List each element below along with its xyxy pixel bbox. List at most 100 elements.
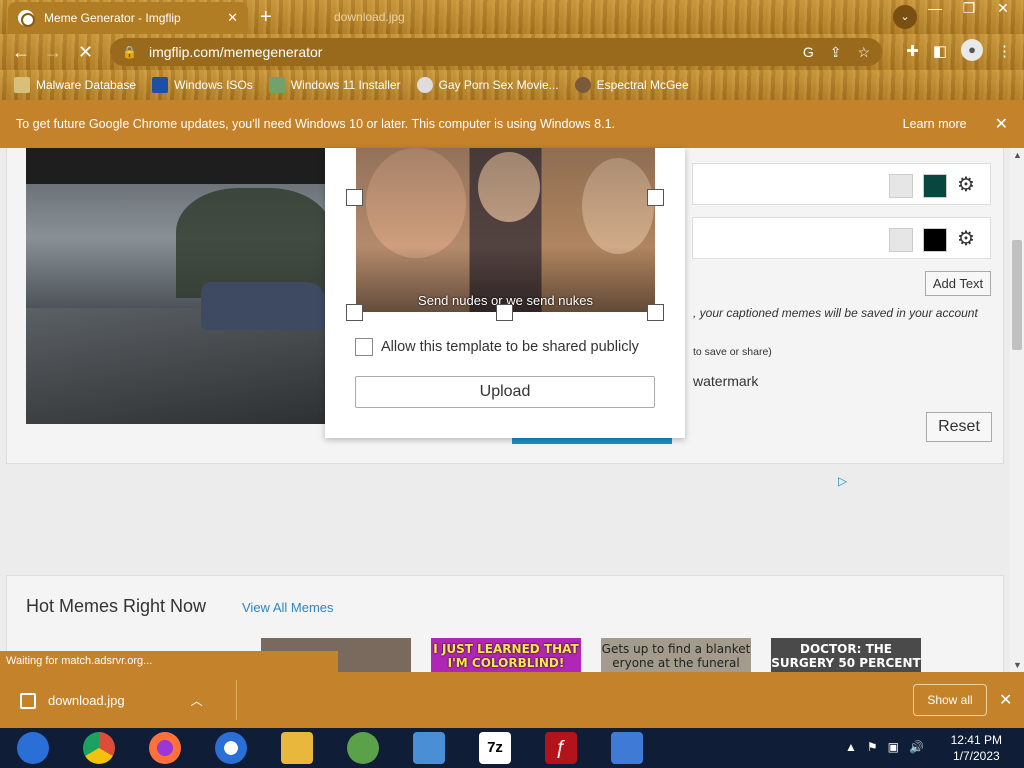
- new-tab-button[interactable]: +: [260, 6, 272, 29]
- bookmark-espectral-mcgee[interactable]: Espectral McGee: [574, 77, 689, 93]
- video-ad[interactable]: [26, 148, 332, 424]
- share-icon[interactable]: ⇪: [830, 44, 842, 61]
- tab-title: Meme Generator - Imgflip: [44, 11, 181, 25]
- text-box-2[interactable]: ⚙: [692, 217, 991, 259]
- meme-thumb-3[interactable]: Gets up to find a blanket eryone at the …: [601, 638, 751, 672]
- bookmark-4[interactable]: Gay Porn Sex Movie...: [416, 77, 559, 93]
- file-explorer-icon: [281, 732, 313, 764]
- crop-handle-top-right[interactable]: [647, 189, 664, 206]
- bookmark-label: Windows ISOs: [174, 78, 253, 92]
- taskbar-network-users[interactable]: [330, 728, 396, 768]
- taskbar-opera[interactable]: [198, 728, 264, 768]
- flag-icon[interactable]: ⚑: [867, 740, 878, 754]
- outline-color-swatch[interactable]: [889, 228, 913, 252]
- download-divider: [236, 680, 237, 720]
- hot-memes-title: Hot Memes Right Now: [26, 596, 207, 616]
- scroll-thumb[interactable]: [1012, 240, 1022, 350]
- lock-icon[interactable]: 🔒: [122, 45, 137, 59]
- text-color-swatch[interactable]: [923, 228, 947, 252]
- restore-icon[interactable]: ❐: [956, 0, 982, 17]
- bookmark-malware-database[interactable]: Malware Database: [14, 77, 136, 93]
- adchoices-icon[interactable]: ▷: [838, 474, 847, 488]
- dragged-file-label: download.jpg: [334, 10, 405, 24]
- flash-icon: ƒ: [545, 732, 577, 764]
- forward-button[interactable]: →: [44, 42, 62, 63]
- meme-thumb-2[interactable]: I JUST LEARNED THAT I'M COLORBLIND!: [431, 638, 581, 672]
- taskbar-file-explorer[interactable]: [264, 728, 330, 768]
- bookmark-windows-isos[interactable]: Windows ISOs: [152, 77, 253, 93]
- firefox-icon: [149, 732, 181, 764]
- taskbar-chrome[interactable]: [66, 728, 132, 768]
- network-icon[interactable]: ▣: [888, 740, 899, 754]
- update-infobar: To get future Google Chrome updates, you…: [0, 100, 1024, 148]
- share-publicly-row[interactable]: Allow this template to be shared publicl…: [355, 338, 639, 356]
- meme-thumb-4[interactable]: DOCTOR: THE SURGERY 50 PERCENT SUCCESS: [771, 638, 921, 672]
- outline-color-swatch[interactable]: [889, 174, 913, 198]
- taskbar-remote-desktop[interactable]: [396, 728, 462, 768]
- text-color-swatch[interactable]: [923, 174, 947, 198]
- show-all-button[interactable]: Show all: [913, 684, 987, 716]
- menu-icon[interactable]: ⋮: [997, 42, 1012, 61]
- globe-icon: [18, 10, 35, 27]
- bookmark-label: Espectral McGee: [596, 78, 689, 92]
- stop-loading-button[interactable]: ✕: [78, 42, 93, 63]
- close-window-icon[interactable]: ✕: [990, 0, 1016, 17]
- upload-button[interactable]: Upload: [355, 376, 655, 408]
- taskbar-flash[interactable]: ƒ: [528, 728, 594, 768]
- close-download-bar-icon[interactable]: ✕: [999, 690, 1012, 710]
- extensions-icon[interactable]: ✚: [906, 42, 919, 61]
- chevron-up-icon[interactable]: ︿: [191, 692, 203, 709]
- reset-button[interactable]: Reset: [926, 412, 992, 442]
- taskbar-7zip[interactable]: 7z: [462, 728, 528, 768]
- show-hidden-icons-icon[interactable]: ▲: [845, 740, 857, 754]
- bookmark-label: Gay Porn Sex Movie...: [438, 78, 559, 92]
- close-tab-icon[interactable]: ✕: [227, 10, 238, 26]
- chrome-icon: [83, 732, 115, 764]
- download-item[interactable]: download.jpg ︿: [20, 692, 203, 709]
- windows-icon: [17, 732, 49, 764]
- crop-handle-bottom-right[interactable]: [647, 304, 664, 321]
- taskbar-terminal[interactable]: [594, 728, 660, 768]
- windows-taskbar: 7z ƒ ▲ ⚑ ▣ 🔊 12:41 PM 1/7/2023: [0, 728, 1024, 768]
- crop-handle-bottom-left[interactable]: [346, 304, 363, 321]
- generate-button-edge[interactable]: [512, 438, 672, 444]
- gear-icon[interactable]: ⚙: [957, 226, 975, 251]
- share-publicly-checkbox[interactable]: [355, 338, 373, 356]
- template-preview-image[interactable]: Send nudes or we send nukes: [356, 148, 655, 312]
- google-icon[interactable]: G: [803, 44, 814, 60]
- address-bar[interactable]: 🔒 imgflip.com/memegenerator G ⇪ ☆: [110, 38, 882, 66]
- share-publicly-label: Allow this template to be shared publicl…: [381, 339, 639, 355]
- view-all-memes-link[interactable]: View All Memes: [242, 600, 334, 615]
- image-icon: [268, 77, 285, 93]
- infobar-message: To get future Google Chrome updates, you…: [16, 117, 615, 131]
- smiley-icon: [416, 77, 433, 93]
- back-button[interactable]: ←: [12, 42, 30, 63]
- learn-more-link[interactable]: Learn more: [903, 117, 967, 131]
- crop-handle-bottom-center[interactable]: [496, 304, 513, 321]
- profile-avatar-icon[interactable]: ●: [961, 39, 983, 61]
- scroll-down-icon[interactable]: ▼: [1013, 660, 1022, 670]
- start-button[interactable]: [0, 728, 66, 768]
- volume-icon[interactable]: 🔊: [909, 740, 924, 754]
- minimize-icon[interactable]: —: [922, 0, 948, 17]
- watermark-label[interactable]: watermark: [693, 373, 758, 389]
- bookmark-star-icon[interactable]: ☆: [857, 44, 870, 61]
- bookmark-windows-11-installer[interactable]: Windows 11 Installer: [268, 77, 401, 93]
- text-box-1[interactable]: ⚙: [692, 163, 991, 205]
- side-panel-icon[interactable]: ◧: [933, 42, 947, 61]
- opera-icon: [215, 732, 247, 764]
- tab-meme-generator[interactable]: Meme Generator - Imgflip ✕: [8, 2, 248, 34]
- scroll-up-icon[interactable]: ▲: [1013, 150, 1022, 160]
- extension-area: ✚ ◧ ● ⋮: [906, 39, 1012, 61]
- page-scrollbar[interactable]: ▲ ▼: [1010, 148, 1024, 672]
- tab-search-button[interactable]: ⌄: [893, 5, 917, 29]
- add-text-button[interactable]: Add Text: [925, 271, 991, 296]
- crop-handle-top-left[interactable]: [346, 189, 363, 206]
- system-clock[interactable]: 12:41 PM 1/7/2023: [951, 732, 1002, 764]
- gear-icon[interactable]: ⚙: [957, 172, 975, 197]
- download-bar: download.jpg ︿ Show all ✕: [0, 672, 1024, 728]
- close-infobar-icon[interactable]: ✕: [995, 114, 1008, 134]
- browser-toolbar: ← → ✕ 🔒 imgflip.com/memegenerator G ⇪ ☆ …: [0, 34, 1024, 70]
- taskbar-firefox[interactable]: [132, 728, 198, 768]
- bookmark-label: Malware Database: [36, 78, 137, 92]
